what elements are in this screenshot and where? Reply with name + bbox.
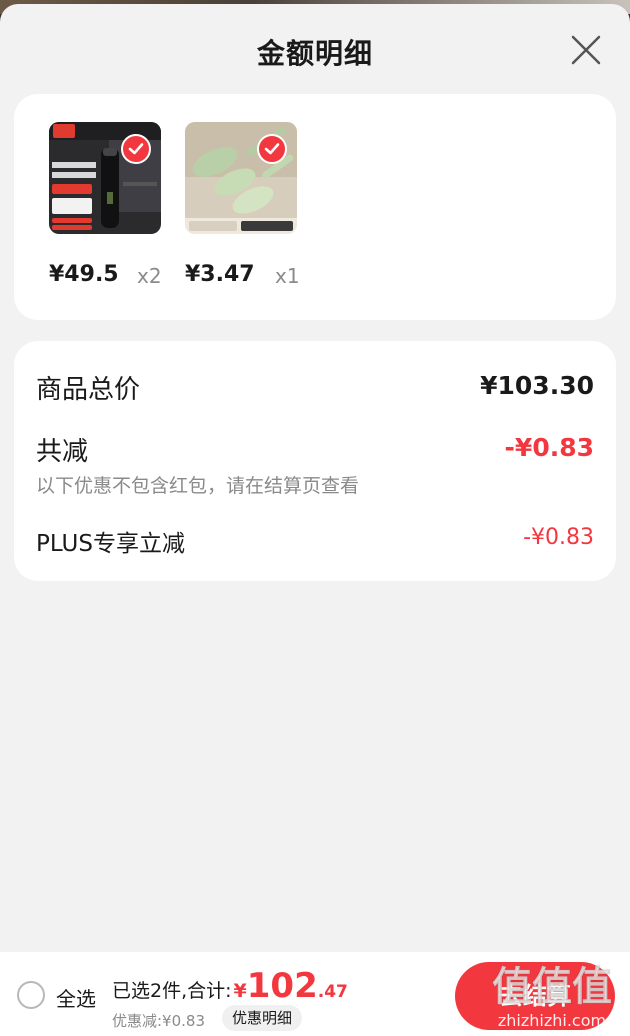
sheet-title: 金额明细 xyxy=(256,37,373,70)
product-price: ¥49 .5 xyxy=(49,262,119,292)
close-icon xyxy=(571,35,601,65)
product-thumbnail-spoons[interactable] xyxy=(185,122,297,234)
amount-detail-sheet: 金额明细 ¥49 .5 x2 ¥3 .47 x1 商品总价 ¥103.30 共减… xyxy=(0,4,630,1036)
product-quantity: x2 xyxy=(137,264,162,288)
total-decimal: .47 xyxy=(317,982,348,1002)
discount-detail-button[interactable]: 优惠明细 xyxy=(222,1005,303,1031)
products-card: ¥49 .5 x2 ¥3 .47 x1 xyxy=(14,94,616,320)
total-reduction-label: 共减 xyxy=(36,437,89,467)
price-summary-card: 商品总价 ¥103.30 共减 -¥0.83 以下优惠不包含红包，请在结算页查看… xyxy=(14,341,616,581)
product-quantity: x1 xyxy=(275,264,300,288)
check-icon xyxy=(264,143,280,155)
discount-amount: 优惠减:¥0.83 xyxy=(112,1012,205,1030)
plus-discount-label: PLUS专享立减 xyxy=(36,531,185,557)
select-all-label[interactable]: 全选 xyxy=(56,983,96,1012)
checkout-button[interactable]: 去结算 xyxy=(455,962,615,1030)
price-integer: ¥3 xyxy=(185,262,216,287)
product-thumbnail-thermos[interactable] xyxy=(49,122,161,234)
select-all-radio[interactable] xyxy=(17,981,45,1009)
total-integer: 102 xyxy=(246,966,318,1006)
price-decimal: .5 xyxy=(94,262,119,287)
total-reduction-value: -¥0.83 xyxy=(504,433,594,462)
check-icon xyxy=(128,143,144,155)
plus-discount-value: -¥0.83 xyxy=(523,525,594,550)
price-integer: ¥49 xyxy=(49,262,95,287)
selected-check-badge xyxy=(121,134,151,164)
discount-note: 以下优惠不包含红包，请在结算页查看 xyxy=(36,475,360,497)
price-decimal: .47 xyxy=(215,262,255,287)
goods-total-value: ¥103.30 xyxy=(480,371,594,400)
close-button[interactable] xyxy=(568,32,604,68)
selected-count-total-label: 已选2件,合计: xyxy=(112,980,232,1002)
product-price: ¥3 .47 xyxy=(185,262,255,292)
checkout-bar: 全选 已选2件,合计: ¥ 102 .47 优惠减:¥0.83 优惠明细 去结算 xyxy=(0,952,630,1036)
goods-total-label: 商品总价 xyxy=(36,375,141,405)
selected-check-badge xyxy=(257,134,287,164)
total-line: 已选2件,合计: ¥ 102 .47 xyxy=(112,966,348,1006)
total-currency: ¥ xyxy=(233,980,247,1002)
